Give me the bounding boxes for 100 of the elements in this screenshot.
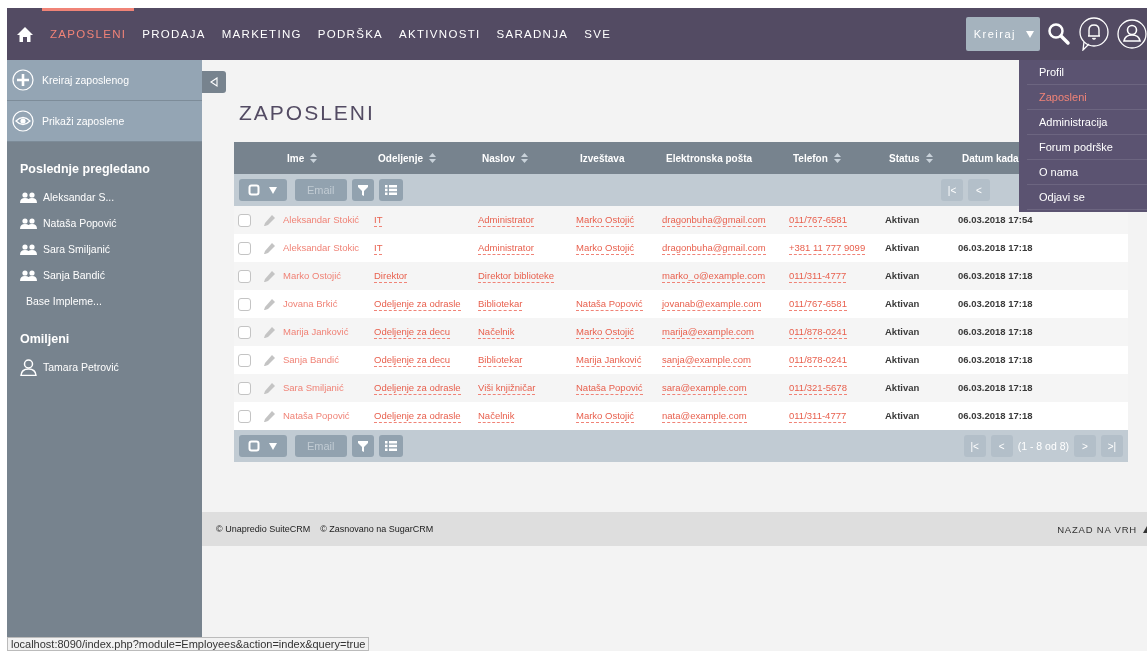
- sidebar-item[interactable]: Nataša Popović: [7, 210, 202, 236]
- nav-tab[interactable]: MARKETING: [213, 8, 310, 60]
- column-header[interactable]: Status: [889, 152, 920, 164]
- sidebar-item[interactable]: Sanja Bandić: [7, 262, 202, 288]
- email-link[interactable]: marija@example.com: [662, 325, 754, 339]
- employee-name-link[interactable]: Sara Smiljanić: [283, 382, 344, 394]
- footer-link[interactable]: © Unapredio SuiteCRM: [216, 524, 311, 534]
- reports-to-link[interactable]: Marko Ostojić: [576, 213, 635, 227]
- job-title-link[interactable]: Viši knjižničar: [478, 381, 536, 395]
- job-title-link[interactable]: Načelnik: [478, 325, 515, 339]
- employee-name-link[interactable]: Aleksandar Stokić: [283, 214, 360, 226]
- job-title-link[interactable]: Administrator: [478, 213, 534, 227]
- job-title-link[interactable]: Bibliotekar: [478, 353, 523, 367]
- employee-name-link[interactable]: Nataša Popović: [283, 410, 350, 422]
- reports-to-link[interactable]: Nataša Popović: [576, 297, 643, 311]
- row-checkbox[interactable]: [238, 269, 251, 283]
- row-checkbox[interactable]: [238, 297, 251, 311]
- department-link[interactable]: Odeljenje za odrasle: [374, 297, 461, 311]
- collapse-button[interactable]: [202, 71, 226, 93]
- bell-icon[interactable]: [1078, 17, 1110, 51]
- nav-tab[interactable]: PRODAJA: [134, 8, 214, 60]
- sort-icon[interactable]: [925, 153, 933, 163]
- employee-name-link[interactable]: Marko Ostojić: [283, 270, 342, 282]
- job-title-link[interactable]: Načelnik: [478, 409, 515, 423]
- phone-link[interactable]: 011/878-0241: [789, 353, 847, 367]
- phone-link[interactable]: 011/311-4777: [789, 269, 847, 283]
- pencil-icon[interactable]: [264, 214, 275, 226]
- pencil-icon[interactable]: [264, 382, 275, 394]
- search-icon[interactable]: [1047, 22, 1071, 46]
- sidebar-action[interactable]: Kreiraj zaposlenog: [7, 60, 202, 101]
- phone-link[interactable]: 011/767-6581: [789, 297, 847, 311]
- sort-icon[interactable]: [833, 153, 841, 163]
- email-link[interactable]: marko_o@example.com: [662, 269, 766, 283]
- nav-tab[interactable]: AKTIVNOSTI: [391, 8, 489, 60]
- menu-item[interactable]: Profil: [1027, 60, 1147, 85]
- column-header[interactable]: Ime: [287, 152, 305, 164]
- email-link[interactable]: dragonbuha@gmail.com: [662, 213, 766, 227]
- previous-page-button[interactable]: <: [990, 435, 1013, 457]
- job-title-link[interactable]: Administrator: [478, 241, 534, 255]
- sidebar-item[interactable]: Tamara Petrović: [7, 354, 202, 380]
- employee-name-link[interactable]: Jovana Brkić: [283, 298, 338, 310]
- job-title-link[interactable]: Bibliotekar: [478, 297, 523, 311]
- menu-item[interactable]: O nama: [1027, 160, 1147, 185]
- phone-link[interactable]: 011/767-6581: [789, 213, 847, 227]
- email-link[interactable]: sanja@example.com: [662, 353, 751, 367]
- sidebar-action[interactable]: Prikaži zaposlene: [7, 101, 202, 142]
- pencil-icon[interactable]: [264, 410, 275, 422]
- home-icon[interactable]: [16, 25, 34, 43]
- reports-to-link[interactable]: Nataša Popović: [576, 381, 643, 395]
- pencil-icon[interactable]: [264, 354, 275, 366]
- reports-to-link[interactable]: Marko Ostojić: [576, 409, 635, 423]
- pencil-icon[interactable]: [264, 298, 275, 310]
- phone-link[interactable]: +381 11 777 9099: [789, 241, 866, 255]
- department-link[interactable]: Odeljenje za decu: [374, 353, 451, 367]
- row-checkbox[interactable]: [238, 325, 251, 339]
- menu-item[interactable]: Forum podrške: [1027, 135, 1147, 160]
- employee-name-link[interactable]: Aleksandar Stokic: [283, 242, 360, 254]
- nav-tab[interactable]: SARADNJA: [488, 8, 577, 60]
- nav-tab[interactable]: PODRŠKA: [309, 8, 392, 60]
- nav-tab[interactable]: SVE: [576, 8, 620, 60]
- email-link[interactable]: nata@example.com: [662, 409, 747, 423]
- pencil-icon[interactable]: [264, 270, 275, 282]
- pencil-icon[interactable]: [264, 326, 275, 338]
- row-checkbox[interactable]: [238, 353, 251, 367]
- menu-item[interactable]: Administracija: [1027, 110, 1147, 135]
- select-all-button[interactable]: [239, 435, 287, 457]
- back-to-top-link[interactable]: NAZAD NA VRH: [1057, 523, 1147, 535]
- department-link[interactable]: Direktor: [374, 269, 408, 283]
- user-icon[interactable]: [1117, 19, 1147, 49]
- sort-icon[interactable]: [520, 153, 528, 163]
- first-page-button[interactable]: |<: [941, 179, 963, 201]
- email-link[interactable]: sara@example.com: [662, 381, 747, 395]
- email-link[interactable]: jovanab@example.com: [662, 297, 762, 311]
- first-page-button[interactable]: |<: [963, 435, 986, 457]
- pencil-icon[interactable]: [264, 242, 275, 254]
- department-link[interactable]: Odeljenje za odrasle: [374, 409, 461, 423]
- previous-page-button[interactable]: <: [968, 179, 990, 201]
- column-chooser-button[interactable]: [379, 435, 403, 457]
- department-link[interactable]: Odeljenje za odrasle: [374, 381, 461, 395]
- menu-item[interactable]: Odjavi se: [1027, 185, 1147, 210]
- email-link[interactable]: dragonbuha@gmail.com: [662, 241, 766, 255]
- employee-name-link[interactable]: Sanja Bandić: [283, 354, 339, 366]
- select-all-button[interactable]: [239, 179, 287, 201]
- department-link[interactable]: IT: [374, 241, 383, 255]
- phone-link[interactable]: 011/878-0241: [789, 325, 847, 339]
- sidebar-item[interactable]: Base Impleme...: [7, 288, 202, 314]
- reports-to-link[interactable]: Marko Ostojić: [576, 241, 635, 255]
- last-page-button[interactable]: >|: [1101, 435, 1123, 457]
- phone-link[interactable]: 011/311-4777: [789, 409, 847, 423]
- row-checkbox[interactable]: [238, 241, 251, 255]
- employee-name-link[interactable]: Marija Janković: [283, 326, 349, 338]
- phone-link[interactable]: 011/321-5678: [789, 381, 847, 395]
- column-header[interactable]: Telefon: [793, 152, 828, 164]
- menu-item[interactable]: Zaposleni: [1027, 85, 1147, 110]
- next-page-button[interactable]: >: [1074, 435, 1096, 457]
- column-chooser-button[interactable]: [379, 179, 403, 201]
- column-header[interactable]: Naslov: [482, 152, 515, 164]
- reports-to-link[interactable]: Marko Ostojić: [576, 325, 635, 339]
- reports-to-link[interactable]: Marija Janković: [576, 353, 642, 367]
- sort-icon[interactable]: [429, 153, 436, 163]
